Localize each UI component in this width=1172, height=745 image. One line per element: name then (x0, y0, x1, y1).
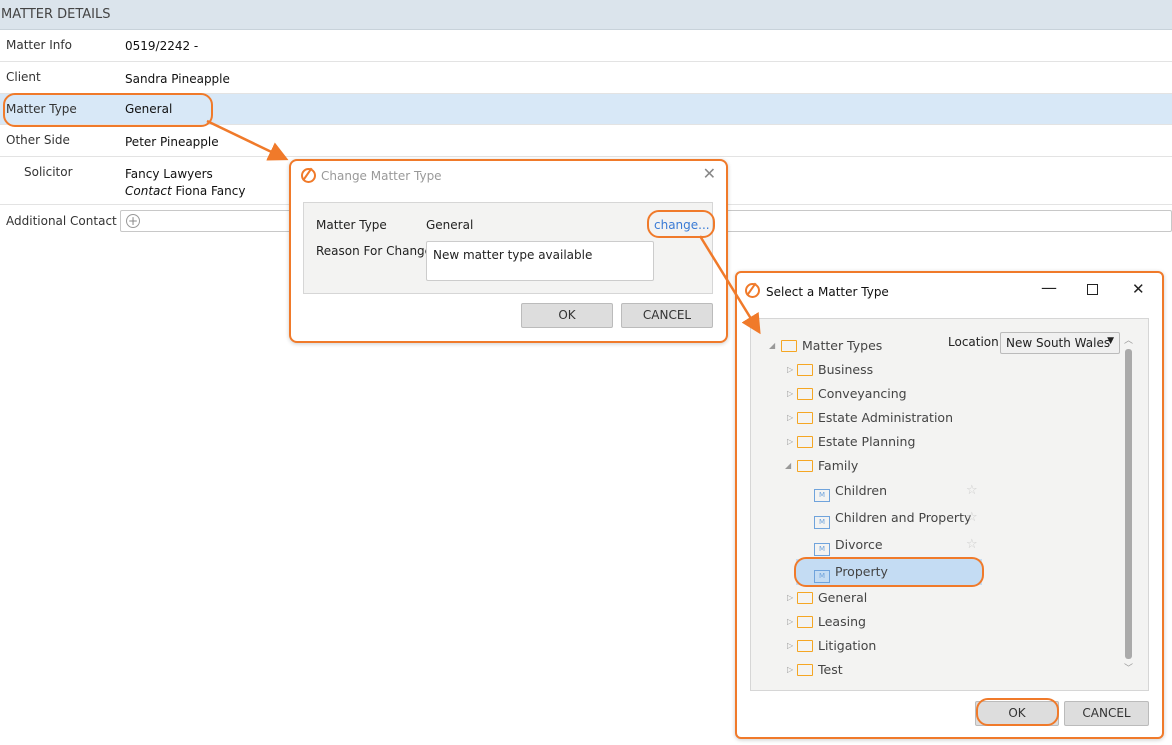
callout-arrows (206, 119, 761, 335)
arrow (206, 119, 289, 161)
arrow (698, 235, 761, 335)
